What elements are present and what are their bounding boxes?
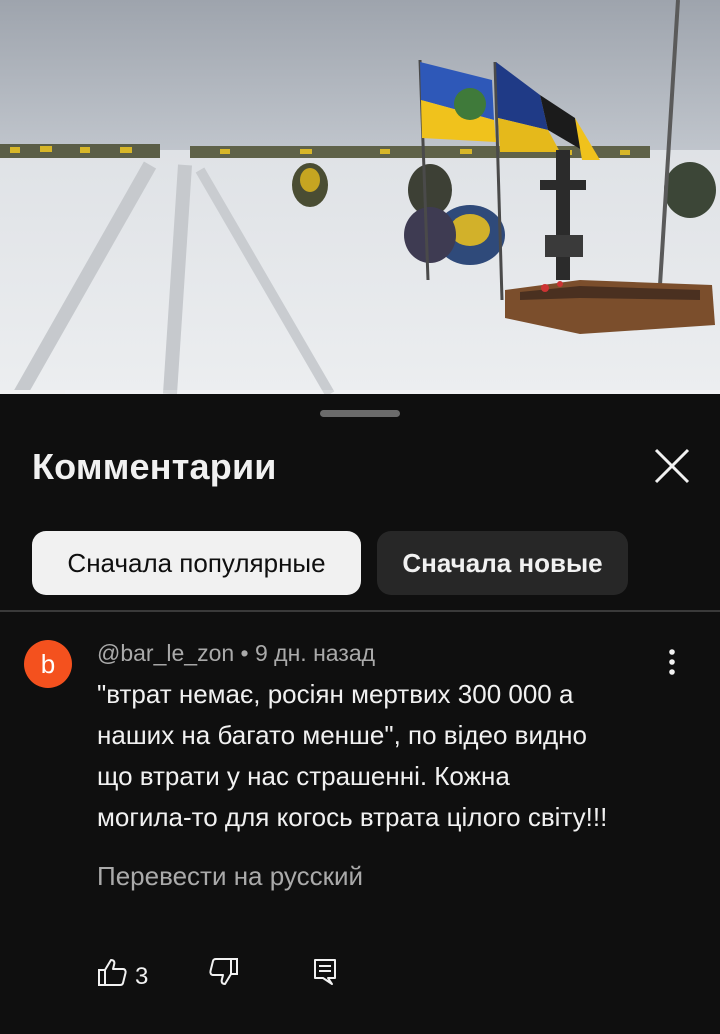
close-button[interactable] [650,444,694,488]
comment-line: могила-то для когось втрата цілого світу… [97,802,608,832]
comment-line: що втрати у нас страшенні. Кожна [97,761,510,791]
thumbs-down-icon [209,958,238,985]
dislike-button[interactable] [208,956,240,993]
comment-line: наших на багато менше", по відео видно [97,720,588,750]
drag-handle[interactable] [320,410,400,417]
reply-comment-icon [314,959,336,985]
comments-sheet: Комментарии Сначала популярные Сначала н… [0,394,720,1034]
like-count: 3 [135,963,149,990]
avatar[interactable]: b [24,640,72,688]
sort-chip-popular[interactable]: Сначала популярные [32,531,361,595]
close-icon [654,448,690,484]
comment-text: "втрат немає, росіян мертвих 300 000 а н… [97,674,687,838]
like-button[interactable] [96,956,128,993]
divider [0,610,720,612]
video-frame [0,0,720,394]
translate-link[interactable]: Перевести на русский [97,861,363,892]
sheet-title: Комментарии [32,446,277,487]
reply-button[interactable] [310,956,342,993]
sort-chip-newest[interactable]: Сначала новые [377,531,628,595]
thumbs-up-icon [98,959,127,986]
comment-line: "втрат немає, росіян мертвих 300 000 а [97,679,574,709]
comment-meta[interactable]: @bar_le_zon • 9 дн. назад [97,640,375,667]
video-player[interactable] [0,0,720,394]
